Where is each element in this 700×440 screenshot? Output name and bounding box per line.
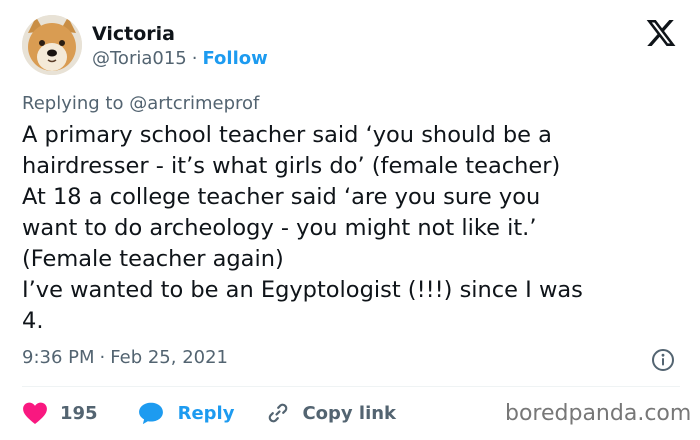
author-name[interactable]: Victoria [92,22,175,46]
x-logo-icon[interactable] [645,17,677,49]
divider [22,386,680,387]
action-bar: 195 Reply Copy link [22,398,396,428]
heart-icon [23,402,47,425]
speech-bubble-icon [138,402,163,425]
timestamp-date: Feb 25, 2021 [110,347,229,368]
watermark: boredpanda.com [505,401,692,426]
tweet-text-line: (Female teacher again) [22,246,284,272]
tweet-text-line: I’ve wanted to be an Egyptologist (!!!) … [22,277,583,303]
replying-to-label: Replying to @artcrimeprof [22,93,260,114]
handle-row: @Toria015 · Follow [92,47,268,71]
tweet-card: Victoria @Toria015 · Follow Replying to @a… [0,0,700,440]
timestamp-time: 9:36 PM [22,347,95,368]
like-button[interactable]: 195 [22,401,98,425]
separator-dot: · [191,48,198,69]
tweet-text-line: 4. [22,308,44,334]
dog-avatar-image [22,15,82,75]
like-count: 195 [60,402,98,424]
info-icon[interactable] [651,348,675,372]
tweet-text-line: A primary school teacher said ‘you shoul… [22,122,552,148]
avatar[interactable] [22,15,82,75]
reply-label: Reply [177,402,235,424]
reply-button[interactable]: Reply [138,401,235,425]
separator-dot: · [99,347,106,368]
tweet-text-line: want to do archeology - you might not li… [22,215,537,241]
follow-button[interactable]: Follow [202,48,267,69]
copy-link-button[interactable]: Copy link [266,401,396,425]
copy-link-label: Copy link [302,402,397,424]
timestamp[interactable]: 9:36 PM · Feb 25, 2021 [22,346,228,370]
author-handle[interactable]: @Toria015 [92,48,187,69]
tweet-text: A primary school teacher said ‘you shoul… [22,120,682,337]
tweet-text-line: hairdresser - it’s what girls do’ (femal… [22,153,561,179]
link-icon [269,403,288,423]
tweet-text-line: At 18 a college teacher said ‘are you su… [22,184,541,210]
